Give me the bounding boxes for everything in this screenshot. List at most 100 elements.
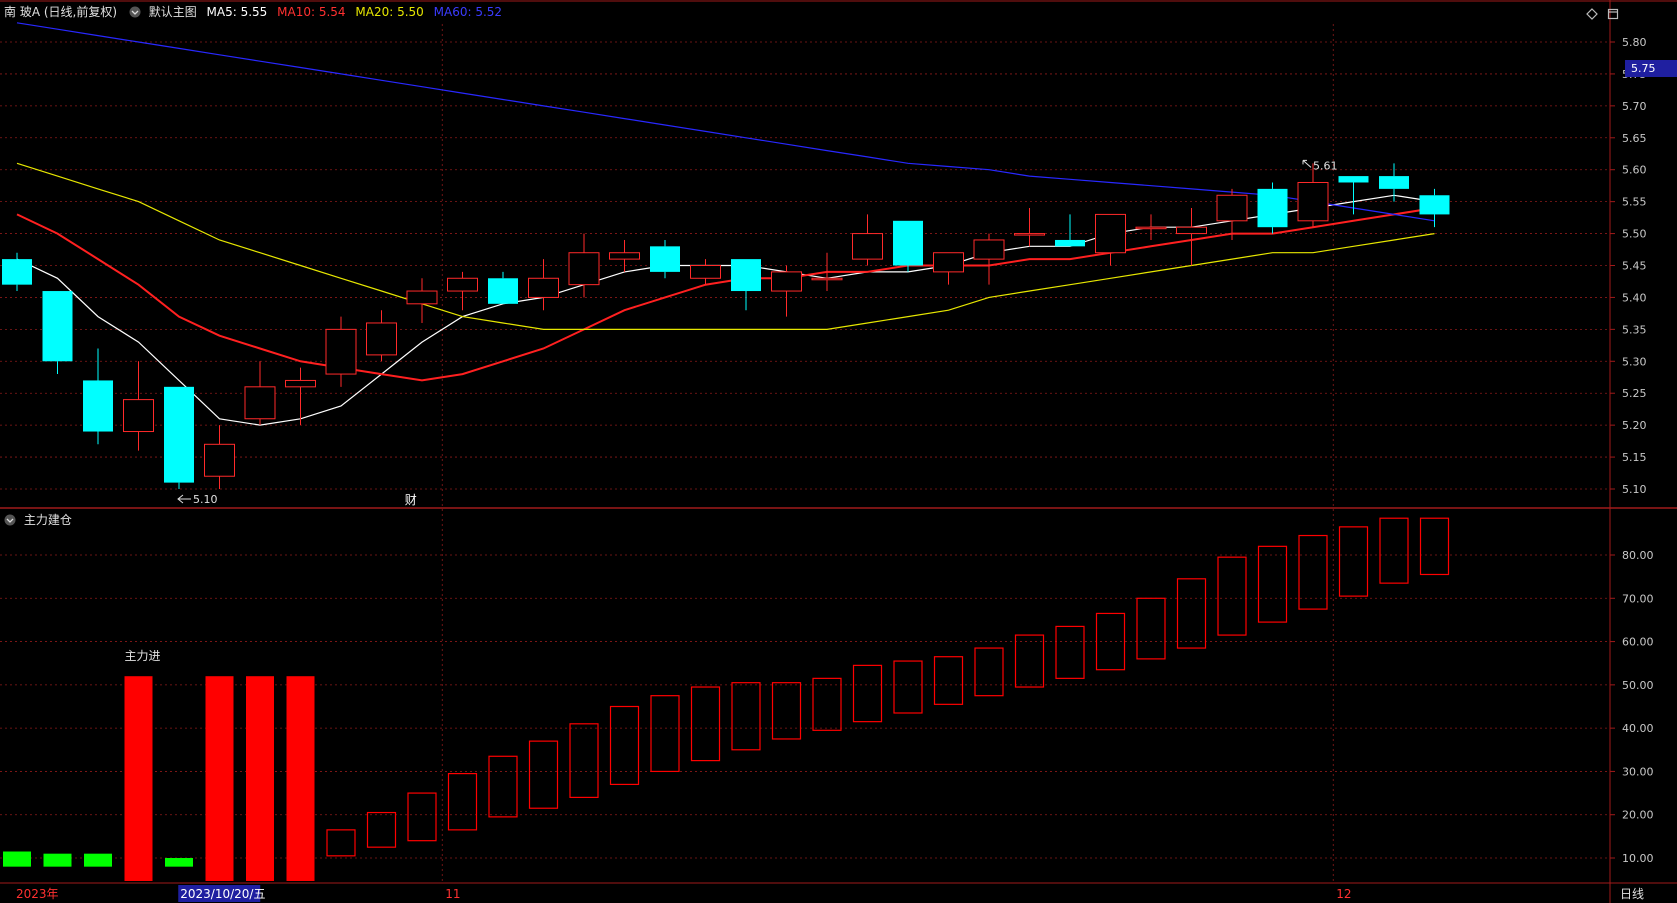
price-tick-label: 5.30 (1622, 355, 1647, 368)
panel-controls (1582, 5, 1619, 24)
candle (164, 386, 194, 489)
candle (1216, 188, 1248, 240)
candle (731, 259, 761, 311)
candle (325, 316, 357, 387)
candle (771, 265, 802, 317)
candle (933, 252, 964, 285)
indicator-tick-label: 40.00 (1622, 722, 1654, 735)
price-tick-label: 5.60 (1622, 164, 1647, 177)
candle (852, 214, 883, 266)
indicator-bar (1419, 517, 1450, 576)
candle (244, 361, 276, 426)
indicator-tick-label: 70.00 (1622, 592, 1654, 605)
ma-line-ma60 (16, 22, 1435, 222)
candle-body (690, 265, 721, 279)
candle-body (1379, 176, 1409, 189)
candle-body (609, 252, 640, 260)
stock-chart-canvas[interactable]: 5.80 5.75 5.70 5.65 5.60 5.55 5.50 5.45 5.40 5.35… (0, 0, 1677, 903)
candle (1338, 176, 1369, 215)
template-label[interactable]: 默认主图 (149, 5, 197, 19)
indicator-bar (3, 851, 31, 867)
indicator-tick-label: 50.00 (1622, 679, 1654, 692)
candle (123, 361, 154, 451)
indicator-bar (1338, 526, 1369, 597)
indicator-bar (731, 682, 761, 751)
candle (83, 348, 113, 445)
candle (528, 259, 559, 311)
indicator-bar (84, 853, 112, 867)
indicator-bar (447, 772, 478, 831)
indicator-bar (690, 686, 721, 762)
diamond-icon[interactable] (1586, 8, 1598, 20)
indicator-bar (1055, 625, 1085, 679)
candle (1014, 208, 1045, 247)
candle-body (204, 443, 235, 477)
candle-body (1176, 226, 1207, 235)
candle-body (893, 220, 923, 266)
candle-body (1055, 239, 1085, 247)
indicator-bar (1014, 634, 1045, 688)
candle-body (852, 233, 883, 260)
chevron-down-icon[interactable] (129, 6, 141, 18)
indicator-tick-label: 60.00 (1622, 636, 1654, 649)
candle-body (488, 278, 518, 304)
price-tick-label: 5.15 (1622, 451, 1647, 464)
crosshair-date-label: 2023/10/20/五 (180, 887, 265, 901)
candle-body (933, 252, 964, 273)
candle-body (1216, 194, 1248, 222)
indicator-bar (609, 705, 640, 786)
sub-panel-header: 主力建仓 (4, 511, 72, 529)
low-price-label: 5.10 (193, 493, 218, 506)
indicator-tick-label: 80.00 (1622, 549, 1654, 562)
main-force-bars (3, 517, 1450, 881)
indicator-bar (1176, 578, 1207, 649)
indicator-bar (771, 682, 802, 740)
candle-body (406, 290, 438, 305)
price-tick-label: 5.55 (1622, 196, 1647, 209)
indicator-bar (124, 676, 153, 881)
indicator-bar (528, 740, 559, 809)
price-tick-label: 5.40 (1622, 291, 1647, 304)
candle (2, 252, 32, 292)
candle (1135, 214, 1167, 240)
annotations: 5.10 5.61 财主力进 (125, 159, 1338, 663)
indicator-bar (205, 676, 234, 881)
price-tick-label: 5.70 (1622, 100, 1647, 113)
indicator-bar (165, 858, 193, 867)
indicator-bar (286, 676, 315, 881)
candle-body (83, 380, 113, 432)
indicator-bar (852, 664, 883, 723)
high-price-label: 5.61 (1313, 159, 1338, 172)
indicator-bar (893, 660, 923, 714)
candle (1095, 213, 1126, 266)
ma20-label: MA20: 5.50 (355, 5, 424, 19)
price-tick-label: 5.45 (1622, 260, 1647, 273)
price-tick-label: 5.65 (1622, 132, 1647, 145)
candle (1297, 163, 1329, 228)
candle-body (164, 386, 194, 483)
candle-body (244, 386, 276, 420)
chevron-down-icon[interactable] (4, 514, 16, 526)
indicator-bar (43, 853, 72, 867)
stock-title[interactable]: 南 玻A (日线,前复权) (4, 5, 117, 19)
indicator-bar (650, 695, 680, 773)
candle-body (650, 246, 680, 272)
time-axis-label: 2023年 (16, 887, 59, 901)
indicator-bar (407, 792, 437, 842)
candle-body (1095, 213, 1126, 254)
price-tick-label: 5.80 (1622, 36, 1647, 49)
sub-panel-title[interactable]: 主力建仓 (24, 513, 72, 527)
price-tick-label: 5.50 (1622, 228, 1647, 241)
indicator-bar (1298, 534, 1328, 610)
price-tick-label: 5.20 (1622, 419, 1647, 432)
candle-body (1257, 188, 1288, 228)
candle-body (42, 291, 73, 362)
candle-body (973, 239, 1005, 260)
candle (973, 233, 1005, 285)
maximize-icon[interactable] (1607, 8, 1619, 20)
low-arrow-icon (177, 494, 191, 504)
candle-body (731, 259, 761, 292)
price-tick-label: 5.10 (1622, 483, 1647, 496)
candle (1055, 214, 1085, 247)
indicator-bar (1136, 597, 1166, 660)
